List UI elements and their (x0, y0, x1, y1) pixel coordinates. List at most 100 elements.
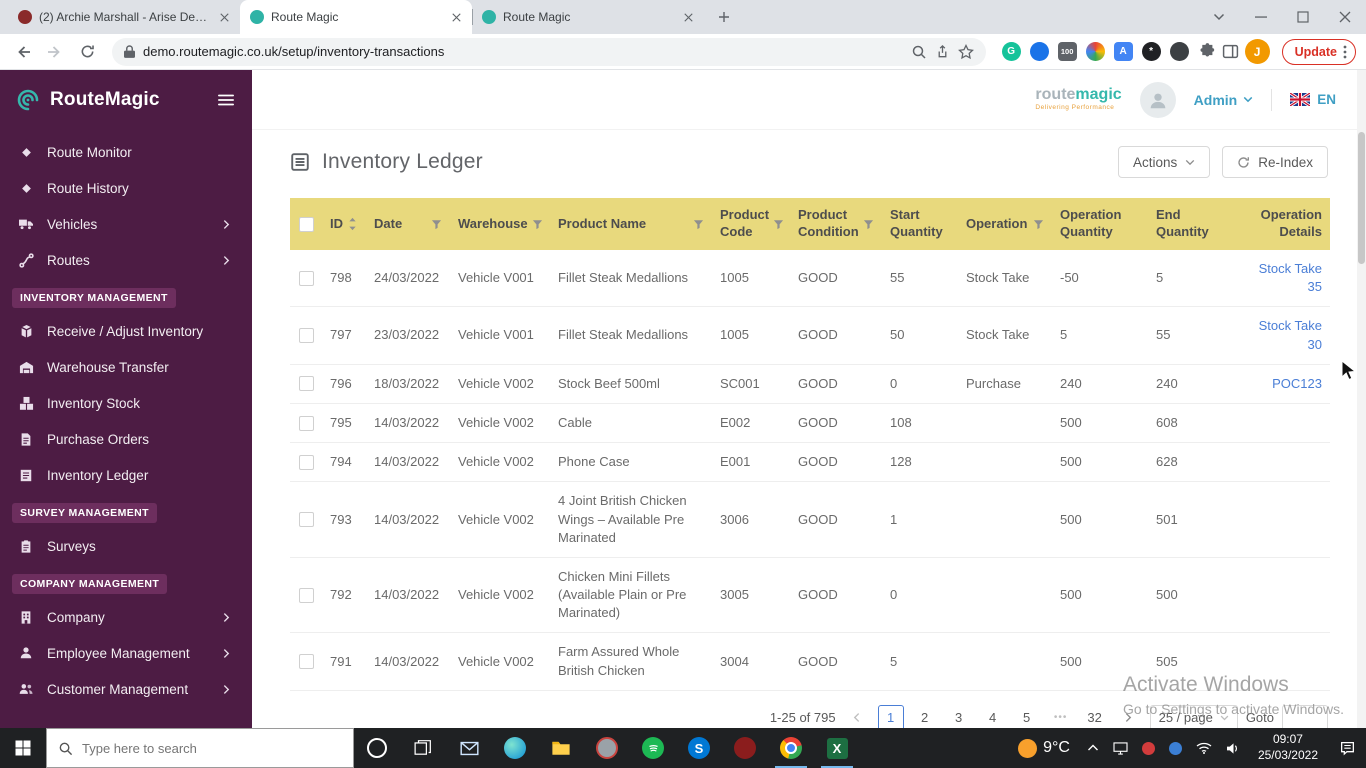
row-checkbox[interactable] (290, 644, 322, 679)
colorful-extension-icon[interactable] (1086, 42, 1105, 61)
row-checkbox[interactable] (290, 406, 322, 441)
chrome-update-button[interactable]: Update (1282, 39, 1356, 65)
checkbox[interactable] (299, 416, 314, 431)
taskbar-search[interactable] (46, 728, 354, 768)
browser-profile-avatar[interactable]: J (1245, 39, 1270, 64)
dark-circle-extension-icon[interactable] (1170, 42, 1189, 61)
sidebar-item-purchase-orders[interactable]: Purchase Orders (0, 421, 252, 457)
checkbox[interactable] (299, 588, 314, 603)
excel-icon[interactable]: X (814, 728, 860, 768)
cell-operation-details[interactable]: Stock Take 35 (1234, 250, 1330, 306)
sidebar-item-vehicles[interactable]: Vehicles (0, 206, 252, 242)
filter-icon[interactable] (769, 219, 784, 230)
dark-asterisk-extension-icon[interactable]: * (1142, 42, 1161, 61)
cell-operation-details[interactable]: POC123 (1234, 365, 1330, 403)
checkbox[interactable] (299, 455, 314, 470)
page-size-select[interactable]: 25 / page (1150, 705, 1238, 728)
grammarly-extension-icon[interactable]: G (1002, 42, 1021, 61)
sidebar-item-route-monitor[interactable]: Route Monitor (0, 134, 252, 170)
network-icon[interactable] (1189, 728, 1219, 768)
media-app-icon[interactable] (584, 728, 630, 768)
sidebar-item-surveys[interactable]: Surveys (0, 528, 252, 564)
checkbox[interactable] (299, 217, 314, 232)
page-scrollbar[interactable] (1357, 70, 1366, 728)
user-avatar[interactable] (1140, 82, 1176, 118)
zoom-icon[interactable] (911, 44, 927, 60)
task-view-icon[interactable] (400, 728, 446, 768)
extensions-puzzle-icon[interactable] (1199, 43, 1216, 60)
goto-page-input[interactable] (1282, 705, 1328, 728)
reload-button[interactable] (74, 39, 100, 65)
new-tab-button[interactable] (710, 3, 738, 31)
file-explorer-icon[interactable] (538, 728, 584, 768)
checkbox[interactable] (299, 654, 314, 669)
language-selector[interactable]: EN (1290, 92, 1336, 107)
sidebar-item-company[interactable]: Company (0, 599, 252, 635)
action-center-button[interactable] (1328, 728, 1366, 768)
filter-icon[interactable] (1029, 219, 1044, 230)
sidebar-item-customer-management[interactable]: Customer Management (0, 671, 252, 707)
filter-icon[interactable] (859, 219, 874, 230)
opera-icon[interactable] (722, 728, 768, 768)
side-panel-icon[interactable] (1222, 43, 1239, 60)
tab-close-icon[interactable] (680, 9, 696, 25)
page-button-5[interactable]: 5 (1014, 705, 1040, 728)
page-button-4[interactable]: 4 (980, 705, 1006, 728)
row-checkbox[interactable] (290, 318, 322, 353)
next-page-button[interactable] (1116, 705, 1142, 728)
maximize-button[interactable] (1282, 0, 1324, 34)
browser-tab[interactable]: (2) Archie Marshall - Arise Dear B (8, 0, 240, 34)
minimize-button[interactable] (1240, 0, 1282, 34)
blue-circle-extension-icon[interactable] (1030, 42, 1049, 61)
chrome-icon[interactable] (768, 728, 814, 768)
cell-operation-details[interactable]: Stock Take 30 (1234, 307, 1330, 363)
reindex-button[interactable]: Re-Index (1222, 146, 1328, 178)
user-menu[interactable]: Admin (1194, 92, 1254, 108)
volume-icon[interactable] (1219, 728, 1248, 768)
tab-search-button[interactable] (1198, 0, 1240, 34)
filter-icon[interactable] (528, 219, 543, 230)
start-button[interactable] (0, 728, 46, 768)
page-button-1[interactable]: 1 (878, 705, 904, 728)
alert-badge-icon[interactable] (1135, 728, 1162, 768)
counter-badge-extension-icon[interactable]: 100 (1058, 42, 1077, 61)
row-checkbox[interactable] (290, 445, 322, 480)
checkbox[interactable] (299, 328, 314, 343)
bookmark-star-icon[interactable] (958, 44, 974, 60)
actions-button[interactable]: Actions (1118, 146, 1210, 178)
forward-button[interactable] (42, 39, 68, 65)
close-button[interactable] (1324, 0, 1366, 34)
defender-icon[interactable] (1162, 728, 1189, 768)
select-all-checkbox[interactable] (290, 198, 322, 250)
sort-icon[interactable] (348, 217, 357, 231)
filter-icon[interactable] (427, 219, 442, 230)
display-icon[interactable] (1106, 728, 1135, 768)
browser-tab[interactable]: Route Magic (240, 0, 472, 34)
hamburger-menu-icon[interactable] (216, 92, 236, 108)
page-button-32[interactable]: 32 (1082, 705, 1108, 728)
taskbar-search-input[interactable] (82, 741, 342, 756)
page-button-3[interactable]: 3 (946, 705, 972, 728)
prev-page-button[interactable] (844, 705, 870, 728)
address-bar[interactable]: demo.routemagic.co.uk/setup/inventory-tr… (112, 38, 986, 66)
sidebar-item-routes[interactable]: Routes (0, 242, 252, 278)
translate-extension-icon[interactable]: A (1114, 42, 1133, 61)
row-checkbox[interactable] (290, 502, 322, 537)
skype-icon[interactable]: S (676, 728, 722, 768)
page-button-2[interactable]: 2 (912, 705, 938, 728)
checkbox[interactable] (299, 512, 314, 527)
pagination-ellipsis[interactable]: ••• (1048, 705, 1074, 728)
tab-close-icon[interactable] (448, 9, 464, 25)
sidebar-item-receive-adjust-inventory[interactable]: Receive / Adjust Inventory (0, 313, 252, 349)
edge-icon[interactable] (492, 728, 538, 768)
weather-widget[interactable]: 9°C (1008, 728, 1080, 768)
sidebar-item-inventory-stock[interactable]: Inventory Stock (0, 385, 252, 421)
share-icon[interactable] (935, 44, 950, 59)
sidebar-item-route-history[interactable]: Route History (0, 170, 252, 206)
tab-close-icon[interactable] (216, 9, 232, 25)
chevron-up-icon[interactable] (1080, 728, 1106, 768)
sidebar-item-inventory-ledger[interactable]: Inventory Ledger (0, 457, 252, 493)
checkbox[interactable] (299, 376, 314, 391)
cortana-icon[interactable] (354, 728, 400, 768)
row-checkbox[interactable] (290, 578, 322, 613)
